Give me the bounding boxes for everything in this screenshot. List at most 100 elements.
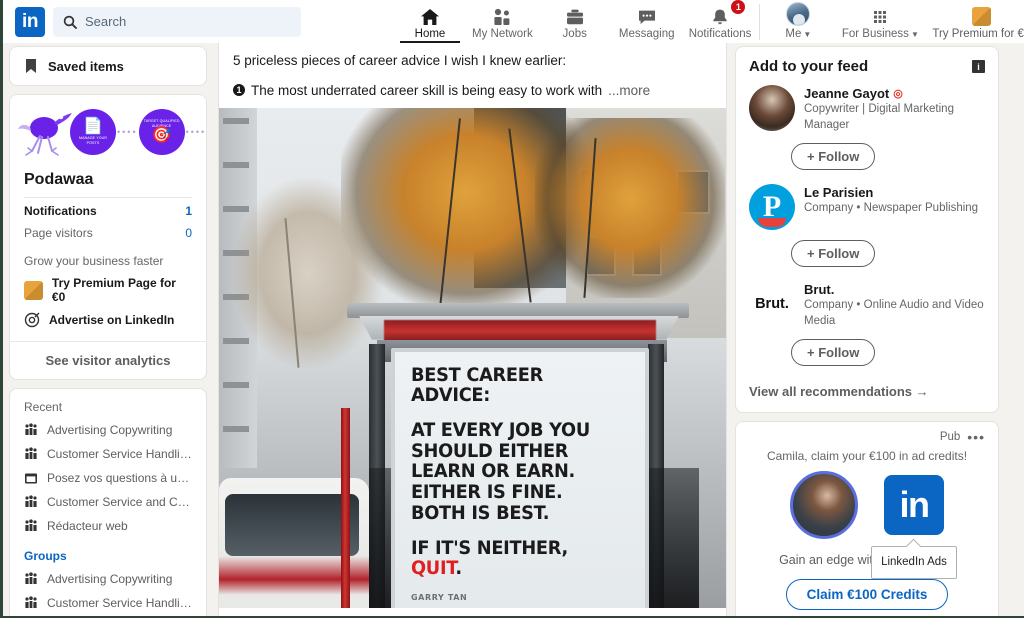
group-item-label: Advertising Copywriting — [47, 572, 173, 586]
recent-item-cx-chat[interactable]: Customer Service and CX Cha... — [10, 490, 206, 514]
chevron-down-icon: ▼ — [803, 29, 812, 39]
avatar[interactable] — [749, 85, 795, 131]
billboard-line-4: EITHER IS FINE. — [411, 482, 563, 504]
linkedin-feed-page: Saved items 📄 MANAGE YOUR POSTS •••• TAR… — [0, 0, 1024, 618]
shelter-light-strip — [384, 319, 656, 342]
avatar[interactable]: P — [749, 184, 795, 231]
recent-item-advertising-copywriting[interactable]: Advertising Copywriting — [10, 418, 206, 442]
post-image-street-billboard[interactable]: BEST CAREER ADVICE: AT EVERY JOB YOU SHO… — [219, 107, 726, 608]
nav-item-for-business[interactable]: For Business ▼ — [834, 0, 926, 43]
recent-item-label: Posez vos questions à un Maît... — [47, 471, 192, 485]
group-item-advertising-copywriting[interactable]: Advertising Copywriting — [10, 567, 206, 591]
see-visitor-analytics-button[interactable]: See visitor analytics — [10, 342, 206, 379]
groups-title[interactable]: Groups — [10, 538, 206, 567]
grow-item-label: Advertise on LinkedIn — [49, 313, 175, 327]
follow-button-jeanne-gayot[interactable]: + Follow — [791, 143, 876, 171]
billboard-author: GARRY TAN — [411, 593, 468, 603]
document-icon: 📄 — [82, 118, 104, 136]
bus-windshield — [225, 493, 359, 556]
search-box[interactable] — [53, 6, 301, 37]
group-item-customer-service-handling[interactable]: Customer Service Handling — [10, 591, 206, 615]
follow-wrap: + Follow — [736, 331, 998, 376]
ad-top-bar: Pub ••• — [736, 422, 998, 445]
group-icon — [24, 572, 38, 586]
ad-card: Pub ••• Camila, claim your €100 in ad cr… — [735, 421, 999, 616]
post-headline: 5 priceless pieces of career advice I wi… — [233, 53, 567, 68]
recent-item-redacteur-web[interactable]: Rédacteur web — [10, 514, 206, 538]
nav-item-label: Try Premium for €0 — [932, 27, 1024, 40]
suggestion-name-row[interactable]: Brut. — [804, 282, 985, 297]
suggestion-body: Le Parisien Company • Newspaper Publishi… — [804, 184, 978, 230]
follow-button-brut[interactable]: + Follow — [791, 339, 876, 367]
avatar[interactable]: Brut. — [749, 281, 795, 327]
nav-item-try-premium[interactable]: Try Premium for €0 — [926, 0, 1024, 43]
bell-icon — [710, 6, 730, 26]
billboard-title: BEST CAREER ADVICE: — [411, 364, 543, 407]
try-premium-page-link[interactable]: Try Premium Page for €0 — [10, 272, 206, 308]
more-options-icon[interactable]: ••• — [967, 429, 985, 445]
suggestion-name-row[interactable]: Le Parisien — [804, 185, 978, 200]
stat-value: 1 — [185, 204, 192, 218]
tree-canopy-left — [233, 177, 383, 368]
right-sidebar: Add to your feed i Jeanne Gayot ◎ Copywr… — [727, 0, 1009, 616]
billboard-closing-line: IF IT'S NEITHER, QUIT. — [411, 537, 622, 580]
notification-badge: 1 — [731, 0, 746, 14]
recent-item-label: Rédacteur web — [47, 519, 128, 533]
nav-item-home[interactable]: Home — [394, 0, 466, 43]
badge-target-audience[interactable]: TARGET QUALIFIED AUDIENCE 🎯 — [138, 109, 185, 155]
group-icon — [24, 447, 38, 461]
badge-manage-posts[interactable]: 📄 MANAGE YOUR POSTS — [70, 109, 116, 155]
bookmark-icon — [24, 58, 38, 74]
nav-item-my-network[interactable]: My Network — [466, 0, 539, 43]
recent-item-label: Advertising Copywriting — [47, 423, 173, 437]
brut-logo-text: Brut. — [755, 296, 789, 313]
group-icon — [24, 596, 38, 610]
stat-notifications[interactable]: Notifications 1 — [10, 198, 206, 220]
billboard-line-5: BOTH IS BEST. — [411, 502, 550, 524]
nav-item-me[interactable]: Me ▼ — [762, 0, 834, 43]
nav-divider — [759, 3, 761, 40]
recent-title: Recent — [24, 400, 63, 414]
linkedin-ads-tooltip: LinkedIn Ads — [871, 546, 957, 579]
billboard-line-1: AT EVERY JOB YOU — [411, 420, 590, 441]
saved-items-link[interactable]: Saved items — [10, 47, 206, 85]
nav-item-label: Jobs — [562, 27, 587, 40]
stat-page-visitors[interactable]: Page visitors 0 — [10, 220, 206, 242]
recent-item-label: Customer Service Handling — [47, 447, 192, 461]
red-pole-1 — [341, 407, 350, 608]
recent-item-customer-service-handling[interactable]: Customer Service Handling — [10, 442, 206, 466]
briefcase-icon — [565, 6, 585, 26]
closing-suffix: . — [455, 558, 462, 580]
info-icon[interactable]: i — [972, 60, 985, 73]
add-to-feed-header: Add to your feed i — [736, 47, 998, 81]
closing-prefix: IF IT'S NEITHER, — [411, 537, 568, 559]
people-icon — [492, 6, 512, 26]
recent-item-event[interactable]: Posez vos questions à un Maît... — [10, 466, 206, 490]
ad-images: in — [736, 471, 998, 540]
page-summary-card: 📄 MANAGE YOUR POSTS •••• TARGET QUALIFIE… — [9, 94, 207, 380]
nav-item-notifications[interactable]: Notifications 1 — [683, 0, 758, 43]
see-more-link[interactable]: ...more — [608, 83, 650, 98]
stat-label: Notifications — [24, 204, 97, 218]
claim-credits-button[interactable]: Claim €100 Credits — [785, 579, 949, 611]
target-icon — [24, 312, 40, 328]
suggestion-body: Brut. Company • Online Audio and Video M… — [804, 281, 985, 329]
suggestion-name-row[interactable]: Jeanne Gayot ◎ — [804, 86, 985, 101]
suggestion-name: Jeanne Gayot — [804, 86, 890, 101]
nav-item-messaging[interactable]: Messaging — [611, 0, 683, 43]
billboard-poster: BEST CAREER ADVICE: AT EVERY JOB YOU SHO… — [391, 347, 649, 608]
follow-button-le-parisien[interactable]: + Follow — [791, 240, 876, 268]
ad-headline: Camila, claim your €100 in ad credits! — [766, 449, 968, 464]
verified-badge-icon: ◎ — [893, 88, 903, 100]
nav-item-jobs[interactable]: Jobs — [539, 0, 611, 43]
nav-item-label: Notifications — [688, 27, 752, 40]
view-all-recommendations-link[interactable]: View all recommendations → — [736, 376, 998, 412]
top-navigation-bar: in Home My Network — [3, 0, 1024, 43]
linkedin-logo-icon[interactable]: in — [15, 6, 45, 37]
advertise-on-linkedin-link[interactable]: Advertise on LinkedIn — [10, 308, 206, 332]
suggestion-subtitle: Company • Online Audio and Video Media — [804, 299, 984, 327]
suggestion-body: Jeanne Gayot ◎ Copywriter | Digital Mark… — [804, 85, 985, 133]
search-input[interactable] — [85, 14, 291, 29]
grow-section-title: Grow your business faster — [24, 254, 164, 268]
main-feed: 49m • 5 priceless pieces of career advic… — [215, 0, 727, 616]
